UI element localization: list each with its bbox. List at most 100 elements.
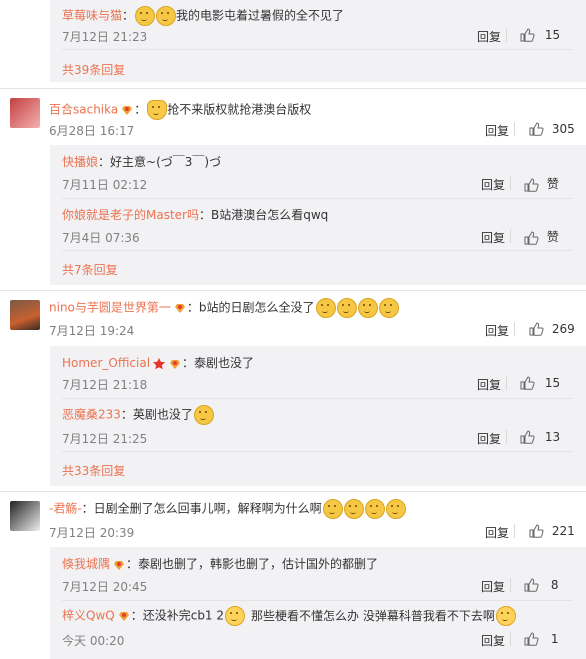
timestamp: 6月28日 16:17 [49,124,135,138]
reply-button[interactable]: 回复 [477,376,501,393]
like-count: 221 [551,523,575,538]
user-name[interactable]: Homer_Official [62,356,150,370]
user-name[interactable]: nino与芋圆是世界第一 [49,301,171,315]
like-button[interactable]: 8 [523,577,558,593]
separator [510,229,511,243]
divider [62,250,572,251]
like-count: 305 [551,121,575,136]
user-name[interactable]: 倏我城隅 [62,557,110,571]
cat-emoji-icon [147,100,168,120]
user-name[interactable]: 百合sachika [49,103,118,117]
user-name[interactable]: -君觞- [49,502,82,516]
divider [62,600,572,601]
user-name[interactable]: 恶魔桑233 [62,408,121,422]
more-replies-link[interactable]: 共33条回复 [62,462,125,479]
like-button[interactable]: 305 [528,121,575,137]
avatar[interactable] [10,501,40,531]
emoji-icon [357,298,378,318]
emoji-icon [315,298,336,318]
crying-emoji-icon [225,606,246,626]
more-replies-link[interactable]: 共7条回复 [62,261,118,278]
divider [0,491,586,492]
user-name[interactable]: 快播娘 [62,155,98,169]
user-name[interactable]: 草莓味与猫 [62,9,122,23]
reply-text: ：好主意~(づ￣3￣)づ [98,155,222,169]
emoji-icon [336,298,357,318]
like-button[interactable]: 13 [519,429,560,445]
separator [514,122,515,136]
timestamp: 7月4日 07:36 [62,231,140,245]
emoji-icon [135,6,156,26]
user-name[interactable]: 你娘就是老子的Master吗 [62,208,199,222]
vip-badge-icon [114,560,125,570]
like-button[interactable]: 1 [523,631,558,647]
comment-header: 百合sachika：抢不来版权就抢港澳台版权 [49,100,311,120]
avatar[interactable] [10,98,40,128]
reply-text: ：B站港澳台怎么看qwq [198,208,329,222]
separator [514,322,515,336]
reply-text: 我的电影屯着过暑假的全不见了 [176,8,345,23]
reply-button[interactable]: 回复 [485,122,509,139]
timestamp: 7月12日 21:23 [62,30,148,44]
reply-text: ：英剧也没了 [120,407,193,422]
timestamp: 7月12日 19:24 [49,324,135,338]
more-replies-link[interactable]: 共39条回复 [62,61,125,78]
reply-text: ：泰剧也删了，韩影也删了，估计国外的都删了 [126,557,379,571]
separator [506,376,507,390]
reply-item: 草莓味与猫： 我的电影屯着过暑假的全不见了 [62,6,344,26]
reply-item: 倏我城隅 ：泰剧也删了，韩影也删了，估计国外的都删了 [62,555,378,572]
separator [514,524,515,538]
reply-item: 你娘就是老子的Master吗：B站港澳台怎么看qwq [62,206,328,223]
divider [62,49,572,50]
thumb-up-icon [520,376,535,390]
reply-button[interactable]: 回复 [477,430,501,447]
reply-text: ：泰剧也没了 [182,356,255,370]
thumb-up-icon [524,177,539,192]
emoji-icon [343,499,364,519]
like-button[interactable]: 15 [519,27,560,43]
timestamp: 7月12日 20:39 [49,526,135,540]
reply-item: 快播娘：好主意~(づ￣3￣)づ [62,153,221,170]
like-button[interactable]: 15 [519,375,560,391]
reply-text-continued: 那些梗看不懂怎么办 没弹幕科普我看不下去啊 [251,608,495,623]
comment-text: 抢不来版权就抢港澳台版权 [167,102,312,117]
reply-button[interactable]: 回复 [485,322,509,339]
thumb-up-icon [529,524,544,538]
reply-button[interactable]: 回复 [481,578,505,595]
avatar[interactable] [10,300,40,330]
emoji-icon [385,499,406,519]
reply-item: 梓义QwQ ：还没补完cb1 2 那些梗看不懂怎么办 没弹幕科普我看不下去啊 [62,606,516,626]
thumb-up-icon [524,632,539,646]
thumb-up-icon [520,28,535,42]
user-name[interactable]: 梓义QwQ [62,609,115,623]
thumb-up-icon [529,122,544,136]
thumb-up-icon [524,578,539,592]
timestamp: 7月12日 20:45 [62,580,148,594]
timestamp: 7月12日 21:25 [62,432,148,446]
divider [62,198,572,199]
reply-button[interactable]: 回复 [481,632,505,649]
divider [62,451,572,452]
comment-header: nino与芋圆是世界第一 ：b站的日剧怎么全没了 [49,298,399,318]
like-button[interactable]: 赞 [523,228,559,246]
comment-text: ：b站的日剧怎么全没了 [186,300,315,315]
separator [506,430,507,444]
timestamp: 7月12日 21:18 [62,378,148,392]
like-button[interactable]: 赞 [523,175,559,193]
timestamp: 7月11日 02:12 [62,178,148,192]
emoji-icon [364,499,385,519]
like-button[interactable]: 221 [528,523,575,539]
reply-button[interactable]: 回复 [477,28,501,45]
vip-badge-icon [118,612,129,621]
reply-button[interactable]: 回复 [485,524,509,541]
divider [0,290,586,291]
vip-badge-icon [174,304,185,313]
reply-button[interactable]: 回复 [481,229,505,246]
thumb-up-icon [529,322,544,336]
like-count: 13 [544,429,561,444]
like-label: 赞 [546,177,559,191]
reply-button[interactable]: 回复 [481,176,505,193]
reply-item: 恶魔桑233：英剧也没了 [62,405,214,425]
separator [510,176,511,190]
like-button[interactable]: 269 [528,321,575,337]
